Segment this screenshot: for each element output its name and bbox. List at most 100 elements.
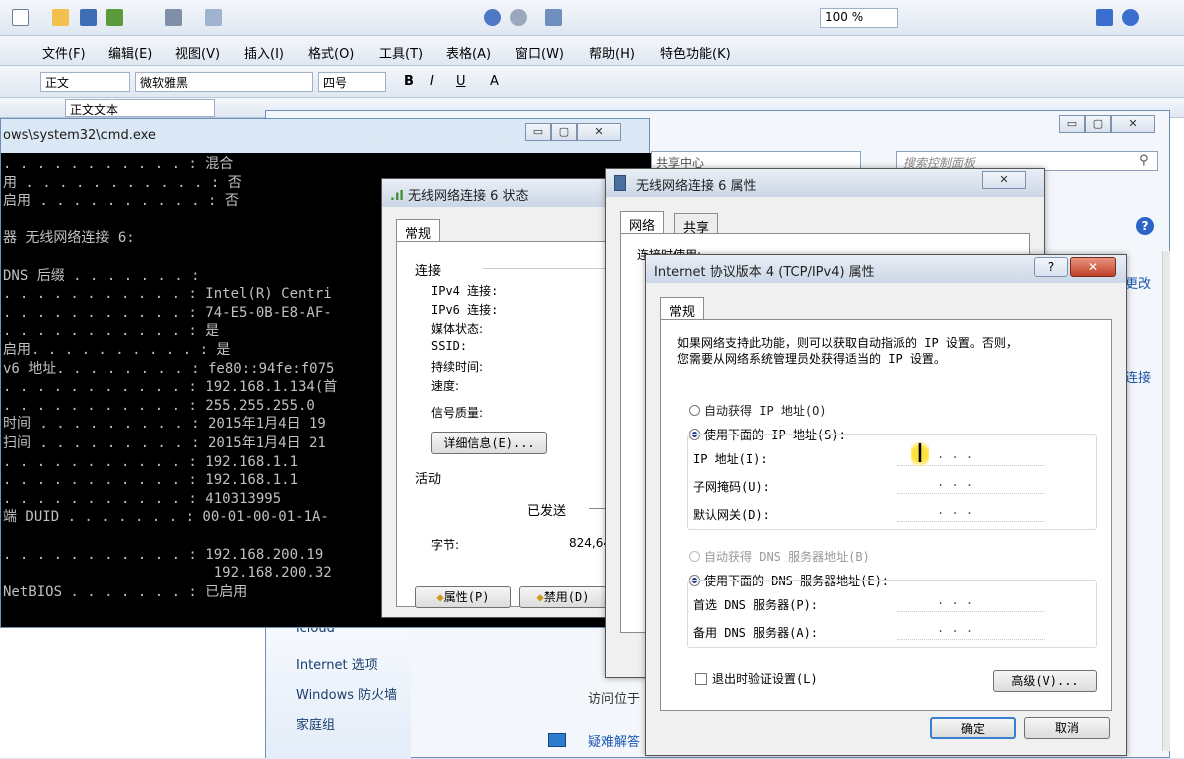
new-doc-icon[interactable] xyxy=(12,9,29,26)
table-icon[interactable] xyxy=(545,9,562,26)
cmd-title: ows\system32\cmd.exe xyxy=(3,128,156,143)
save-icon[interactable] xyxy=(80,9,97,26)
cmd-line: . . . . . . . . . . . : 是 xyxy=(3,323,220,340)
network-adapter-icon xyxy=(614,175,626,191)
menu-file[interactable]: 文件(F) xyxy=(42,43,86,62)
subnet-mask-label: 子网掩码(U): xyxy=(693,480,770,494)
ipv4-dialog-title: Internet 协议版本 4 (TCP/IPv4) 属性 xyxy=(654,265,875,280)
tab-network[interactable]: 网络 xyxy=(620,211,665,234)
ok-button[interactable]: 确定 xyxy=(930,717,1016,739)
close-button[interactable]: ✕ xyxy=(1111,115,1155,133)
cmd-line: v6 地址. . . . . . . . : fe80::94fe:f075 xyxy=(3,360,335,377)
cp-access-text: 访问位于 xyxy=(588,692,641,707)
section-activity: 活动 xyxy=(415,472,442,487)
maximize-button[interactable]: ▢ xyxy=(551,123,577,141)
sidebar-link-internet-options[interactable]: Internet 选项 xyxy=(296,654,378,673)
cmd-line: 器 无线网络连接 6: xyxy=(3,230,135,247)
print-icon[interactable] xyxy=(165,9,182,26)
open-icon[interactable] xyxy=(52,9,69,26)
advanced-button[interactable]: 高级(V)... xyxy=(993,670,1097,692)
search-icon[interactable]: ⚲ xyxy=(1139,153,1149,168)
menu-edit[interactable]: 编辑(E) xyxy=(108,43,152,62)
gateway-field[interactable]: . . . xyxy=(897,500,1045,522)
font-select[interactable]: 微软雅黑 xyxy=(135,72,313,92)
menu-format[interactable]: 格式(O) xyxy=(308,43,354,62)
cmd-line: . . . . . . . . . . . : 255.255.255.0 xyxy=(3,397,315,414)
undo-icon[interactable] xyxy=(484,9,501,26)
signal-icon: .ıl xyxy=(390,189,404,204)
menu-bar: 文件(F) 编辑(E) 视图(V) 插入(I) 格式(O) 工具(T) 表格(A… xyxy=(0,36,1184,66)
shield-icon: ◆ xyxy=(436,590,444,604)
alternate-dns-field[interactable]: . . . xyxy=(897,618,1045,640)
cp-change-link[interactable]: 更改 xyxy=(1125,273,1151,292)
size-select[interactable]: 四号 xyxy=(318,72,386,92)
cp-troubleshoot-link[interactable]: 疑难解答 xyxy=(588,731,640,750)
shield-icon: ◆ xyxy=(536,590,544,604)
radio-icon xyxy=(689,551,700,562)
auto-ip-radio[interactable]: 自动获得 IP 地址(O) xyxy=(689,402,827,419)
shield-icon[interactable] xyxy=(1096,9,1113,26)
troubleshoot-icon xyxy=(548,733,566,747)
bold-button[interactable]: B xyxy=(404,74,414,89)
redo-icon[interactable] xyxy=(510,9,527,26)
ipv4-description-2: 您需要从网络系统管理员处获得适当的 IP 设置。 xyxy=(677,352,946,366)
tab-general[interactable]: 常规 xyxy=(660,297,705,320)
row-signal: 信号质量: xyxy=(431,406,484,420)
status-dialog: .ıl 无线网络连接 6 状态 常规 连接 IPv4 连接: IPv6 连接: … xyxy=(381,178,633,618)
section-connection: 连接 xyxy=(415,264,442,279)
menu-tools[interactable]: 工具(T) xyxy=(379,43,423,62)
disable-button[interactable]: ◆禁用(D) xyxy=(519,586,607,608)
tab-sharing[interactable]: 共享 xyxy=(674,213,719,236)
mail-icon[interactable] xyxy=(106,9,123,26)
italic-button[interactable]: I xyxy=(430,74,434,89)
text-cursor-icon: I xyxy=(911,438,929,470)
cp-scrollbar[interactable] xyxy=(1162,251,1170,751)
subnet-mask-field[interactable]: . . . xyxy=(897,472,1045,494)
underline-button[interactable]: U xyxy=(456,74,466,89)
minimize-button[interactable]: ▭ xyxy=(525,123,551,141)
maximize-button[interactable]: ▢ xyxy=(1085,115,1111,133)
cancel-button[interactable]: 取消 xyxy=(1024,717,1110,739)
preferred-dns-field[interactable]: . . . xyxy=(897,590,1045,612)
help-icon[interactable]: ? xyxy=(1136,217,1154,235)
row-ssid: SSID: xyxy=(431,339,468,353)
ipv4-description-1: 如果网络支持此功能，则可以获取自动指派的 IP 设置。否则， xyxy=(677,336,1018,350)
menu-view[interactable]: 视图(V) xyxy=(175,43,220,62)
close-button[interactable]: ✕ xyxy=(982,171,1026,189)
menu-window[interactable]: 窗口(W) xyxy=(515,43,564,62)
status-dialog-title: 无线网络连接 6 状态 xyxy=(408,189,529,204)
cmd-line: 192.168.200.32 xyxy=(3,565,332,582)
preview-icon[interactable] xyxy=(205,9,222,26)
help-icon[interactable] xyxy=(1122,9,1139,26)
tab-general[interactable]: 常规 xyxy=(396,219,441,242)
close-button[interactable]: ✕ xyxy=(577,123,621,141)
cmd-line: . . . . . . . . . . . : Intel(R) Centri xyxy=(3,286,332,303)
cp-connect-link[interactable]: 连接 xyxy=(1125,367,1151,386)
cmd-line: . . . . . . . . . . . : 410313995 xyxy=(3,490,282,507)
properties-button[interactable]: ◆属性(P) xyxy=(415,586,511,608)
row-duration: 持续时间: xyxy=(431,360,484,374)
style-select[interactable]: 正文 xyxy=(40,72,130,92)
minimize-button[interactable]: ▭ xyxy=(1059,115,1085,133)
sidebar-link-firewall[interactable]: Windows 防火墙 xyxy=(296,684,397,703)
zoom-field[interactable]: 100 % xyxy=(820,8,898,28)
menu-help[interactable]: 帮助(H) xyxy=(589,43,635,62)
menu-table[interactable]: 表格(A) xyxy=(446,43,491,62)
checkbox-icon xyxy=(695,673,707,685)
menu-insert[interactable]: 插入(I) xyxy=(244,43,284,62)
row-ipv4: IPv4 连接: xyxy=(431,284,499,298)
sidebar-link-homegroup[interactable]: 家庭组 xyxy=(296,714,335,733)
menu-special[interactable]: 特色功能(K) xyxy=(660,43,731,62)
validate-checkbox[interactable]: 退出时验证设置(L) xyxy=(695,670,818,687)
style-select-2[interactable]: 正文文本 xyxy=(65,99,215,117)
properties-dialog-titlebar: 无线网络连接 6 属性 xyxy=(606,169,1044,197)
auto-dns-radio[interactable]: 自动获得 DNS 服务器地址(B) xyxy=(689,548,870,565)
details-button[interactable]: 详细信息(E)... xyxy=(431,432,547,454)
close-button[interactable]: ✕ xyxy=(1070,257,1116,277)
help-button[interactable]: ? xyxy=(1034,257,1068,277)
cmd-line: 扫间 . . . . . . . . . : 2015年1月4日 21 xyxy=(3,435,326,451)
row-media: 媒体状态: xyxy=(431,322,484,336)
radio-icon xyxy=(689,405,700,416)
char-format-button[interactable]: A xyxy=(490,74,499,89)
ipv4-panel: 如果网络支持此功能，则可以获取自动指派的 IP 设置。否则， 您需要从网络系统管… xyxy=(660,319,1112,711)
